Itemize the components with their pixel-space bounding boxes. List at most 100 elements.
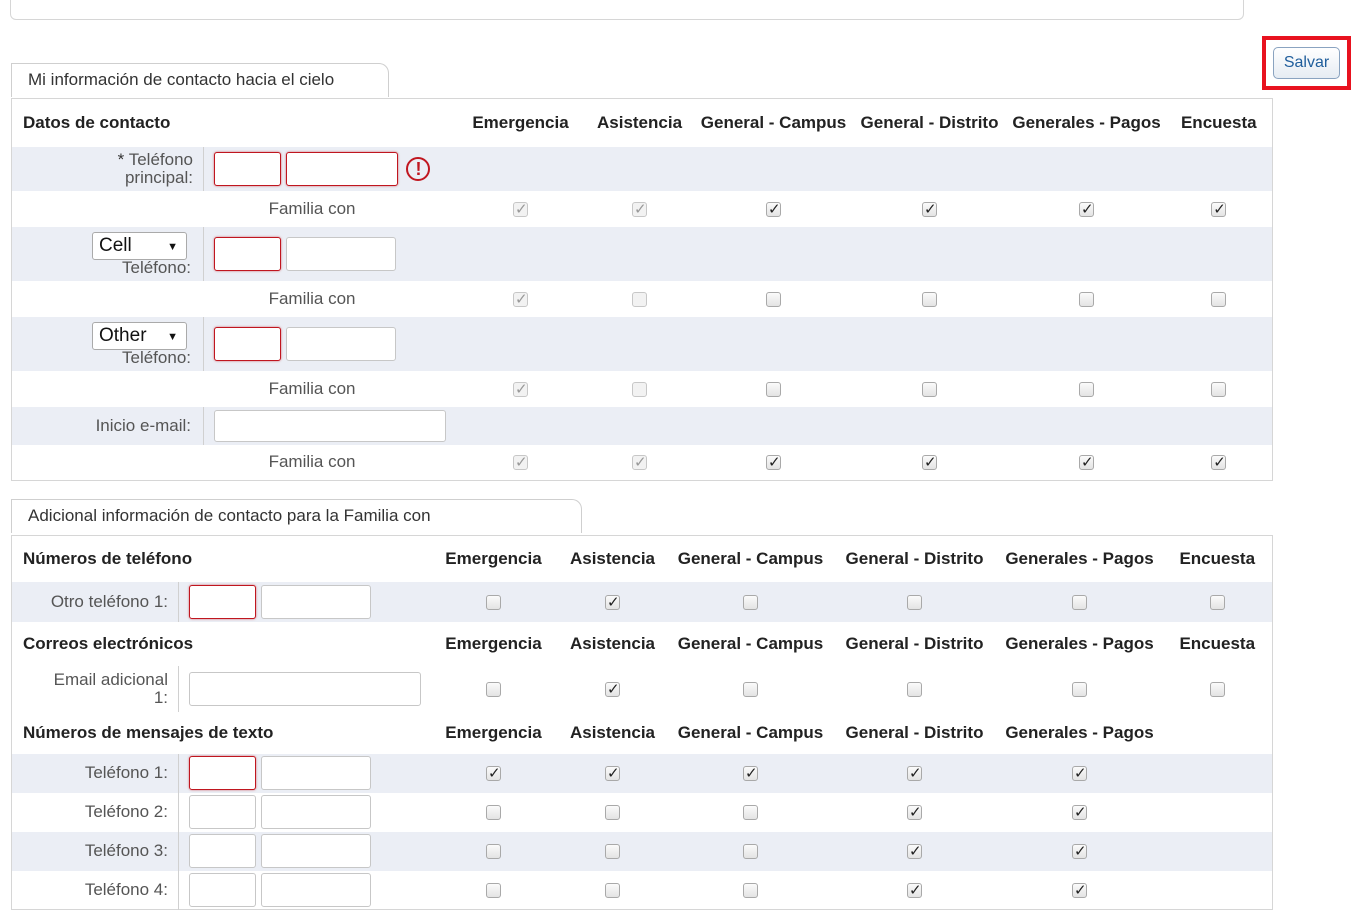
checkbox[interactable] bbox=[605, 805, 620, 821]
text-phone3-number-input[interactable] bbox=[260, 834, 371, 868]
text-phone3-area-input[interactable] bbox=[189, 834, 256, 868]
checkbox[interactable] bbox=[922, 200, 938, 218]
emails-header: Correos electrónicos bbox=[23, 633, 194, 653]
checkbox[interactable] bbox=[632, 453, 648, 471]
checkbox[interactable] bbox=[605, 764, 620, 782]
section1-tab: Mi información de contacto hacia el ciel… bbox=[11, 63, 389, 97]
checkbox[interactable] bbox=[1209, 594, 1225, 610]
checkbox[interactable] bbox=[605, 844, 620, 860]
other-phone1-label: Otro teléfono 1: bbox=[50, 591, 168, 611]
checkbox[interactable] bbox=[486, 681, 501, 697]
checkbox[interactable] bbox=[922, 291, 938, 307]
checkbox[interactable] bbox=[1079, 291, 1095, 307]
checkbox[interactable] bbox=[922, 381, 938, 397]
checkbox[interactable] bbox=[1211, 200, 1227, 218]
checkbox[interactable] bbox=[1072, 881, 1087, 899]
checkbox[interactable] bbox=[907, 842, 922, 860]
checkbox[interactable] bbox=[766, 453, 782, 471]
checkbox[interactable] bbox=[513, 453, 529, 471]
other-phone1-number-input[interactable] bbox=[260, 584, 371, 619]
checkbox[interactable] bbox=[486, 882, 501, 898]
phone-type-select-cell[interactable]: Cell ▼ bbox=[92, 231, 187, 260]
col-encuesta: Encuesta bbox=[1180, 112, 1257, 132]
checkbox[interactable] bbox=[743, 594, 758, 610]
col-emergencia: Emergencia bbox=[445, 548, 542, 568]
checkbox[interactable] bbox=[513, 200, 529, 218]
checkbox[interactable] bbox=[1211, 381, 1227, 397]
checkbox[interactable] bbox=[486, 805, 501, 821]
col-asistencia: Asistencia bbox=[569, 633, 656, 653]
col-asistencia: Asistencia bbox=[596, 112, 683, 132]
checkbox[interactable] bbox=[486, 844, 501, 860]
checkbox[interactable] bbox=[743, 844, 758, 860]
col-general-campus: General - Campus bbox=[677, 722, 824, 742]
checkbox[interactable] bbox=[486, 594, 501, 610]
checkbox[interactable] bbox=[907, 681, 922, 697]
other-phone1-row: Otro teléfono 1: bbox=[11, 581, 1273, 622]
text-phone1-number-input[interactable] bbox=[260, 756, 371, 790]
email-additional-label: Email adicional 1: bbox=[53, 669, 168, 707]
email-input[interactable] bbox=[214, 409, 446, 442]
other-phone1-area-input[interactable] bbox=[189, 584, 256, 619]
checkbox[interactable] bbox=[605, 882, 620, 898]
checkbox[interactable] bbox=[1072, 681, 1087, 697]
other-phone1-inputs bbox=[178, 581, 431, 622]
cell-phone-number-input[interactable] bbox=[285, 236, 396, 271]
email-additional-row: Email adicional 1: bbox=[11, 665, 1273, 712]
checkbox[interactable] bbox=[1072, 803, 1087, 821]
checkbox[interactable] bbox=[743, 882, 758, 898]
section2-tab: Adicional información de contacto para l… bbox=[11, 499, 582, 533]
checkbox[interactable] bbox=[1079, 381, 1095, 397]
checkbox[interactable] bbox=[513, 380, 529, 398]
checkbox[interactable] bbox=[605, 680, 620, 698]
checkbox[interactable] bbox=[632, 381, 648, 397]
cell-phone-area-input[interactable] bbox=[214, 236, 281, 271]
other-phone-row: Other ▼ Teléfono: bbox=[11, 316, 1273, 371]
primary-phone-label-cell: * Teléfono principal: bbox=[11, 146, 204, 191]
checkbox[interactable] bbox=[1079, 200, 1095, 218]
checkbox[interactable] bbox=[766, 200, 782, 218]
checkbox[interactable] bbox=[907, 881, 922, 899]
checkbox[interactable] bbox=[1211, 291, 1227, 307]
checkbox[interactable] bbox=[907, 803, 922, 821]
checkbox[interactable] bbox=[922, 453, 938, 471]
section2-title: Adicional información de contacto para l… bbox=[28, 506, 431, 525]
col-asistencia: Asistencia bbox=[569, 548, 656, 568]
checkbox[interactable] bbox=[513, 290, 529, 308]
primary-phone-area-input[interactable] bbox=[214, 151, 281, 186]
phone-type-select-other[interactable]: Other ▼ bbox=[92, 321, 187, 350]
text-phone2-area-input[interactable] bbox=[189, 795, 256, 829]
checkbox[interactable] bbox=[766, 381, 782, 397]
col-generales-pagos: Generales - Pagos bbox=[1005, 722, 1154, 742]
text-phone1-area-input[interactable] bbox=[189, 756, 256, 790]
text-phone4-number-input[interactable] bbox=[260, 872, 371, 907]
family-label: Familia con bbox=[268, 288, 356, 308]
top-panel-edge bbox=[10, 0, 1244, 20]
checkbox[interactable] bbox=[1072, 842, 1087, 860]
checkbox[interactable] bbox=[907, 764, 922, 782]
checkbox[interactable] bbox=[1079, 453, 1095, 471]
checkbox[interactable] bbox=[743, 764, 758, 782]
other-phone-area-input[interactable] bbox=[214, 326, 281, 361]
text-phone-row: Teléfono 3: bbox=[11, 831, 1273, 871]
checkbox[interactable] bbox=[1072, 764, 1087, 782]
checkbox[interactable] bbox=[1072, 594, 1087, 610]
text-phone4-area-input[interactable] bbox=[189, 872, 256, 907]
checkbox[interactable] bbox=[1209, 681, 1225, 697]
col-generales-pagos: Generales - Pagos bbox=[1005, 633, 1154, 653]
checkbox[interactable] bbox=[743, 805, 758, 821]
checkbox[interactable] bbox=[605, 593, 620, 611]
checkbox[interactable] bbox=[1211, 453, 1227, 471]
other-phone-number-input[interactable] bbox=[285, 326, 396, 361]
checkbox[interactable] bbox=[907, 594, 922, 610]
checkbox[interactable] bbox=[632, 200, 648, 218]
primary-phone-number-input[interactable] bbox=[285, 151, 398, 186]
text-phone2-number-input[interactable] bbox=[260, 795, 371, 829]
checkbox[interactable] bbox=[632, 291, 648, 307]
checkbox[interactable] bbox=[766, 291, 782, 307]
checkbox[interactable] bbox=[486, 764, 501, 782]
cell-phone-inputs bbox=[203, 226, 458, 281]
other-phone1-label-cell: Otro teléfono 1: bbox=[11, 581, 179, 622]
checkbox[interactable] bbox=[743, 681, 758, 697]
email-additional-input[interactable] bbox=[189, 671, 421, 706]
